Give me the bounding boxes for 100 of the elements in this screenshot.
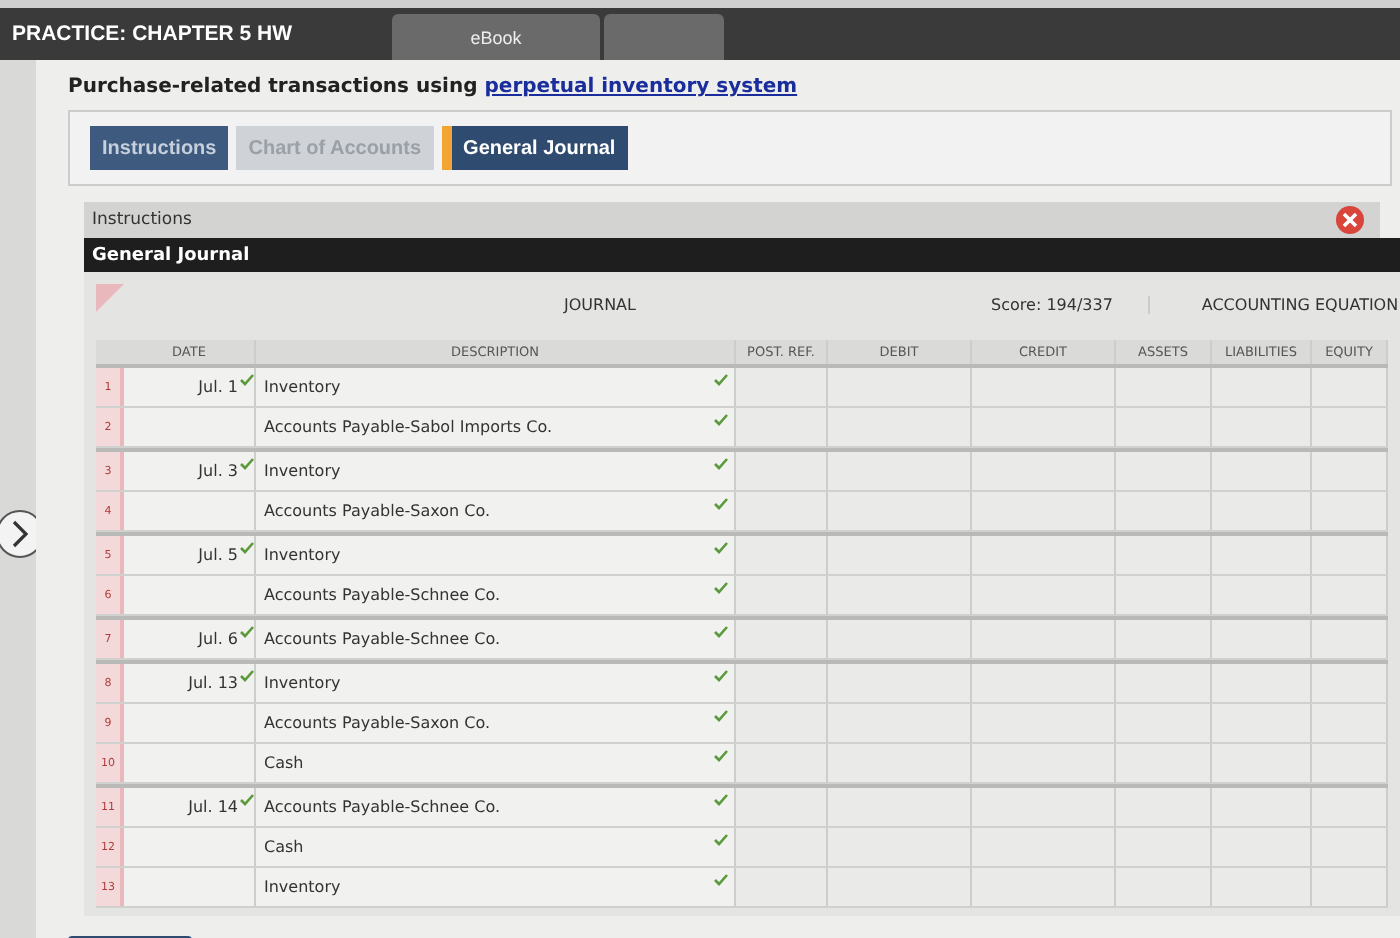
input-field[interactable] bbox=[1212, 368, 1312, 406]
input-field[interactable] bbox=[736, 828, 828, 866]
input-field[interactable] bbox=[1116, 868, 1212, 906]
input-field[interactable] bbox=[828, 492, 972, 530]
description-cell: Accounts Payable-Schnee Co. bbox=[264, 630, 501, 648]
input-field[interactable] bbox=[972, 368, 1116, 406]
description-cell: Inventory bbox=[264, 378, 341, 396]
input-field[interactable] bbox=[1212, 868, 1312, 906]
input-field[interactable] bbox=[1212, 828, 1312, 866]
input-field[interactable] bbox=[1312, 664, 1388, 702]
date-cell: Jul. 1 bbox=[198, 378, 238, 396]
input-field[interactable] bbox=[828, 576, 972, 614]
input-field[interactable] bbox=[736, 704, 828, 742]
input-field[interactable] bbox=[1212, 492, 1312, 530]
input-field[interactable] bbox=[1312, 492, 1388, 530]
input-field[interactable] bbox=[1116, 620, 1212, 658]
description-cell: Accounts Payable-Schnee Co. bbox=[264, 586, 501, 604]
input-field[interactable] bbox=[972, 620, 1116, 658]
input-field[interactable] bbox=[736, 788, 828, 826]
journal-title: JOURNAL bbox=[564, 295, 638, 313]
description-cell: Cash bbox=[264, 838, 304, 856]
input-field[interactable] bbox=[1312, 536, 1388, 574]
input-field[interactable] bbox=[1212, 536, 1312, 574]
input-field[interactable] bbox=[1116, 828, 1212, 866]
header-tab[interactable] bbox=[604, 14, 724, 60]
input-field[interactable] bbox=[1312, 452, 1388, 490]
input-field[interactable] bbox=[1116, 576, 1212, 614]
input-field[interactable] bbox=[1212, 620, 1312, 658]
description-cell: Cash bbox=[264, 754, 304, 772]
tab[interactable]: General Journal bbox=[441, 126, 628, 170]
input-field[interactable] bbox=[828, 828, 972, 866]
input-field[interactable] bbox=[1212, 452, 1312, 490]
input-field[interactable] bbox=[972, 868, 1116, 906]
input-field[interactable] bbox=[736, 492, 828, 530]
input-field[interactable] bbox=[972, 704, 1116, 742]
input-field[interactable] bbox=[828, 536, 972, 574]
input-field[interactable] bbox=[1116, 704, 1212, 742]
input-field[interactable] bbox=[1116, 788, 1212, 826]
input-field[interactable] bbox=[1312, 788, 1388, 826]
close-icon[interactable] bbox=[1336, 206, 1364, 234]
equation-title: ACCOUNTING EQUATION bbox=[1199, 295, 1400, 313]
input-field[interactable] bbox=[828, 452, 972, 490]
header-tab[interactable]: eBook bbox=[392, 14, 600, 60]
input-field[interactable] bbox=[1116, 664, 1212, 702]
input-field[interactable] bbox=[828, 408, 972, 446]
input-field[interactable] bbox=[1312, 744, 1388, 782]
input-field[interactable] bbox=[736, 536, 828, 574]
input-field[interactable] bbox=[1312, 368, 1388, 406]
input-field[interactable] bbox=[1116, 408, 1212, 446]
input-field[interactable] bbox=[828, 664, 972, 702]
input-field[interactable] bbox=[1116, 492, 1212, 530]
input-field[interactable] bbox=[972, 536, 1116, 574]
input-field[interactable] bbox=[736, 452, 828, 490]
glossary-link[interactable]: perpetual inventory system bbox=[484, 76, 798, 98]
date-cell: Jul. 5 bbox=[198, 546, 238, 564]
input-field[interactable] bbox=[736, 868, 828, 906]
input-field[interactable] bbox=[972, 576, 1116, 614]
input-field[interactable] bbox=[736, 408, 828, 446]
input-field[interactable] bbox=[1116, 452, 1212, 490]
input-field[interactable] bbox=[972, 492, 1116, 530]
description-cell: Accounts Payable-Schnee Co. bbox=[264, 798, 501, 816]
input-field[interactable] bbox=[736, 620, 828, 658]
input-field[interactable] bbox=[1312, 576, 1388, 614]
input-field[interactable] bbox=[972, 408, 1116, 446]
input-field[interactable] bbox=[1312, 828, 1388, 866]
input-field[interactable] bbox=[972, 828, 1116, 866]
input-field[interactable] bbox=[828, 620, 972, 658]
input-field[interactable] bbox=[1212, 744, 1312, 782]
input-field[interactable] bbox=[1212, 788, 1312, 826]
input-field[interactable] bbox=[1116, 536, 1212, 574]
input-field[interactable] bbox=[828, 788, 972, 826]
corner-flag-icon bbox=[96, 284, 124, 312]
date-cell: Jul. 13 bbox=[188, 674, 238, 692]
input-field[interactable] bbox=[828, 704, 972, 742]
input-field[interactable] bbox=[1312, 704, 1388, 742]
input-field[interactable] bbox=[972, 452, 1116, 490]
description-cell: Inventory bbox=[264, 546, 341, 564]
tab[interactable]: Instructions bbox=[90, 126, 229, 170]
input-field[interactable] bbox=[828, 368, 972, 406]
input-field[interactable] bbox=[972, 744, 1116, 782]
input-field[interactable] bbox=[1312, 408, 1388, 446]
input-field[interactable] bbox=[972, 664, 1116, 702]
input-field[interactable] bbox=[972, 788, 1116, 826]
input-field[interactable] bbox=[1212, 576, 1312, 614]
input-field[interactable] bbox=[1212, 664, 1312, 702]
input-field[interactable] bbox=[828, 744, 972, 782]
input-field[interactable] bbox=[736, 664, 828, 702]
input-field[interactable] bbox=[1312, 868, 1388, 906]
date-cell: Jul. 3 bbox=[198, 462, 238, 480]
input-field[interactable] bbox=[736, 368, 828, 406]
input-field[interactable] bbox=[736, 744, 828, 782]
input-field[interactable] bbox=[1312, 620, 1388, 658]
input-field[interactable] bbox=[1212, 704, 1312, 742]
input-field[interactable] bbox=[1116, 368, 1212, 406]
input-field[interactable] bbox=[1212, 408, 1312, 446]
description-cell: Accounts Payable-Sabol Imports Co. bbox=[264, 418, 552, 436]
input-field[interactable] bbox=[736, 576, 828, 614]
input-field[interactable] bbox=[1116, 744, 1212, 782]
assignment-title: PRACTICE: CHAPTER 5 HW bbox=[12, 22, 295, 46]
input-field[interactable] bbox=[828, 868, 972, 906]
